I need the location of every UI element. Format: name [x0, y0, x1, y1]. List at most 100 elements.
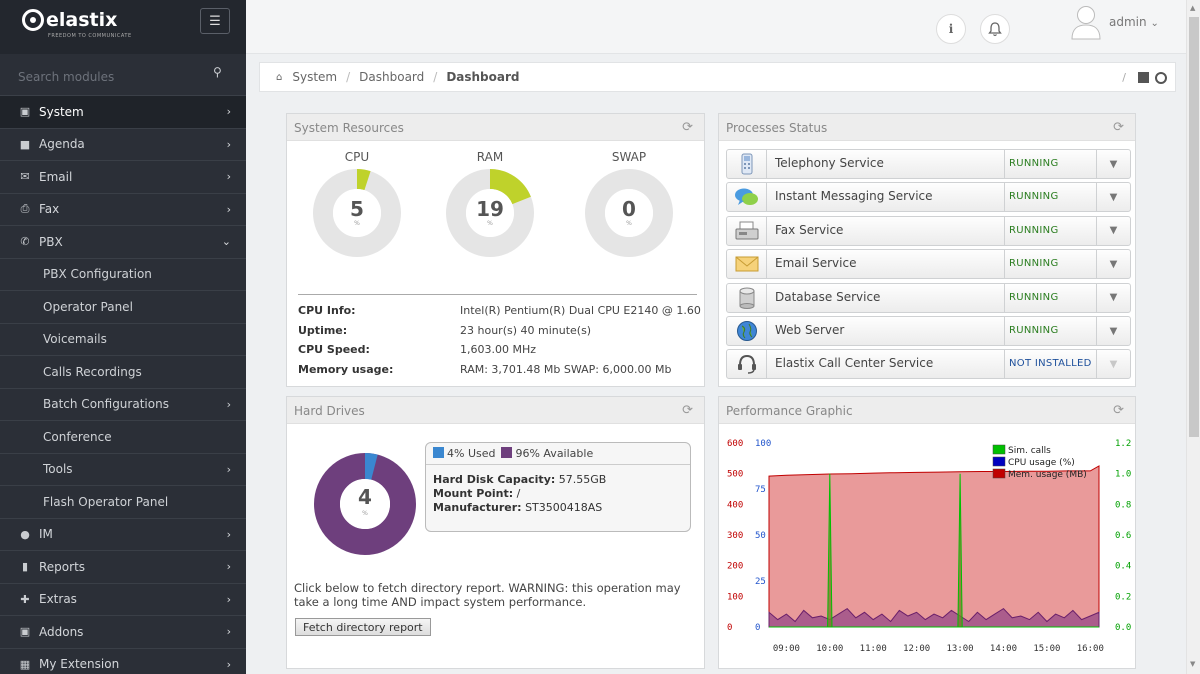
process-status: RUNNING — [1005, 216, 1097, 245]
laptop-icon: ▣ — [19, 105, 31, 119]
user-avatar[interactable] — [1070, 4, 1102, 40]
breadcrumb-dashboard[interactable]: Dashboard — [359, 70, 424, 84]
breadcrumb-separator: / — [433, 70, 438, 84]
sidebar-subitem-operator-panel[interactable]: Operator Panel — [0, 291, 246, 324]
sidebar-item-im[interactable]: ● IM › — [0, 519, 246, 551]
legend-swatch — [992, 444, 1006, 455]
system-info-value: RAM: 3,701.48 Mb SWAP: 6,000.00 Mb — [460, 362, 672, 376]
sidebar-item-reports[interactable]: ▮ Reports › — [0, 551, 246, 584]
sidebar-subitem-label: Calls Recordings — [43, 364, 142, 379]
process-status: RUNNING — [1005, 150, 1097, 178]
sidebar-subitem-flash-operator-panel[interactable]: Flash Operator Panel — [0, 486, 246, 519]
chevron-right-icon: › — [226, 560, 231, 574]
legend-label: Sim. calls — [1008, 446, 1051, 456]
process-actions-dropdown[interactable]: ▼ — [1097, 292, 1130, 303]
process-actions-dropdown[interactable]: ▼ — [1097, 159, 1130, 170]
calls-axis-tick: 1.0 — [1115, 470, 1131, 480]
sidebar-subitem-conference[interactable]: Conference — [0, 421, 246, 454]
panel-title: Processes Status — [726, 121, 828, 135]
process-actions-dropdown[interactable]: ▼ — [1097, 225, 1130, 236]
legend-available: 96% Available — [501, 447, 593, 460]
user-menu[interactable]: admin ⌄ — [1109, 15, 1159, 29]
search-modules-input[interactable]: Search modules — [18, 70, 114, 84]
sidebar-item-email[interactable]: ✉ Email › — [0, 161, 246, 194]
breadcrumb-system[interactable]: System — [292, 70, 337, 84]
panel-title: System Resources — [294, 121, 404, 135]
sidebar: elastix FREEDOM TO COMMUNICATE ☰ Search … — [0, 0, 246, 674]
sidebar-subitem-pbx-configuration[interactable]: PBX Configuration — [0, 259, 246, 291]
process-status: RUNNING — [1005, 317, 1097, 345]
sidebar-subitem-tools[interactable]: Tools › — [0, 454, 246, 486]
process-actions-dropdown[interactable]: ▼ — [1097, 359, 1130, 370]
panel-header: System Resources ⟳ — [287, 114, 704, 141]
extension-icon: ▦ — [19, 657, 31, 671]
process-status: RUNNING — [1005, 283, 1097, 312]
divider — [298, 294, 697, 295]
cpu-axis-tick: 25 — [755, 577, 766, 587]
process-row: Web Server RUNNING ▼ — [726, 316, 1131, 346]
caret-down-icon: ▼ — [1109, 258, 1118, 270]
hard-drives-panel: Hard Drives ⟳ 4 % 4% Used 96% Available … — [286, 396, 705, 669]
refresh-icon[interactable]: ⟳ — [682, 120, 693, 135]
gauge-fill — [356, 168, 371, 191]
process-row: Elastix Call Center Service NOT INSTALLED… — [726, 349, 1131, 380]
notifications-button[interactable] — [980, 14, 1010, 44]
sidebar-subitem-calls-recordings[interactable]: Calls Recordings — [0, 356, 246, 389]
process-actions-dropdown[interactable]: ▼ — [1097, 259, 1130, 270]
elastix-logo[interactable]: elastix FREEDOM TO COMMUNICATE — [22, 9, 131, 39]
chevron-right-icon: › — [226, 657, 231, 671]
sidebar-subitem-batch-configurations[interactable]: Batch Configurations › — [0, 389, 246, 421]
slash-divider: / — [1122, 71, 1126, 84]
scroll-up-arrow-icon[interactable]: ▲ — [1190, 4, 1195, 12]
process-actions-dropdown[interactable]: ▼ — [1097, 192, 1130, 203]
performance-graphic-panel: Performance Graphic ⟳ 600 500 400 300 200 100… — [718, 396, 1136, 669]
sidebar-item-fax[interactable]: ⎙ Fax › — [0, 194, 246, 226]
sidebar-item-label: Reports — [39, 559, 86, 574]
sidebar-item-extras[interactable]: ✚ Extras › — [0, 584, 246, 616]
gauge-label: CPU — [344, 150, 370, 164]
system-info-value: 1,603.00 MHz — [460, 343, 537, 356]
disk-mount-value: / — [516, 487, 521, 500]
caret-down-icon: ▼ — [1109, 225, 1118, 237]
sidebar-item-system[interactable]: ▣ System › — [0, 96, 246, 129]
system-info-row: CPU Speed: 1,603.00 MHz — [298, 343, 536, 356]
fax-machine-icon — [727, 216, 767, 245]
refresh-icon[interactable]: ⟳ — [682, 403, 693, 418]
sidebar-subitem-voicemails[interactable]: Voicemails — [0, 324, 246, 356]
hamburger-icon: ☰ — [209, 13, 221, 29]
disk-legend-header: 4% Used 96% Available — [426, 443, 690, 465]
gauge-unit: % — [626, 220, 632, 227]
sidebar-item-addons[interactable]: ▣ Addons › — [0, 616, 246, 649]
info-button[interactable]: i — [936, 14, 966, 44]
search-modules[interactable]: Search modules ⚲ — [0, 54, 246, 96]
disk-manufacturer: Manufacturer: ST3500418AS — [426, 501, 690, 515]
page-scrollbar[interactable]: ▲ ▼ — [1186, 0, 1200, 674]
chevron-right-icon: › — [226, 462, 231, 476]
stop-square-icon[interactable] — [1138, 72, 1149, 83]
process-actions-dropdown[interactable]: ▼ — [1097, 326, 1130, 337]
chevron-right-icon: › — [226, 137, 231, 151]
search-icon[interactable]: ⚲ — [213, 65, 222, 79]
plus-icon: ✚ — [20, 592, 30, 606]
bar-chart-icon: ▮ — [21, 560, 29, 574]
system-info-row: CPU Info: Intel(R) Pentium(R) Dual CPU E2… — [298, 304, 701, 317]
elastix-logo-icon — [22, 9, 44, 31]
used-swatch — [433, 447, 444, 458]
sidebar-item-my-extension[interactable]: ▦ My Extension › — [0, 649, 246, 674]
globe-icon[interactable] — [1155, 71, 1167, 84]
scrollbar-thumb[interactable] — [1189, 17, 1199, 437]
home-icon[interactable]: ⌂ — [276, 72, 282, 83]
sidebar-item-agenda[interactable]: ■ Agenda › — [0, 129, 246, 161]
menu-toggle-button[interactable]: ☰ — [200, 8, 230, 34]
fetch-directory-report-button[interactable]: Fetch directory report — [295, 618, 431, 636]
refresh-icon[interactable]: ⟳ — [1113, 403, 1124, 418]
legend-label: CPU usage (%) — [1008, 458, 1075, 468]
sidebar-subitem-label: Tools — [43, 462, 73, 477]
scroll-down-arrow-icon[interactable]: ▼ — [1190, 660, 1195, 668]
legend-label: Mem. usage (MB) — [1008, 470, 1087, 480]
mem-axis-tick: 600 — [727, 439, 743, 449]
refresh-icon[interactable]: ⟳ — [1113, 120, 1124, 135]
sidebar-item-label: Agenda — [39, 137, 85, 152]
headset-icon — [727, 350, 767, 379]
sidebar-item-pbx[interactable]: ✆ PBX ⌄ — [0, 226, 246, 259]
